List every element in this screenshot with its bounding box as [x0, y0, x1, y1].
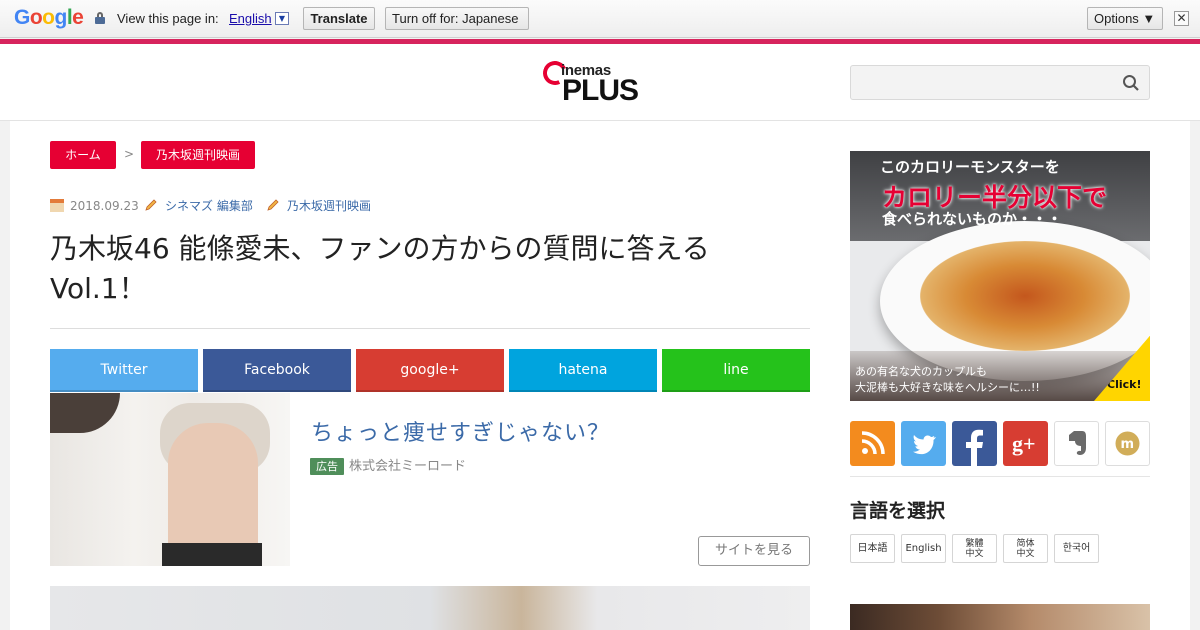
ad-sponsor: 株式会社ミーロード — [349, 459, 467, 474]
page-content: ホーム > 乃木坂週刊映画 2018.09.23 シネマズ 編集部 乃木坂週刊映… — [10, 121, 1190, 630]
ad-badge: 広告 — [310, 458, 344, 475]
article-title: 乃木坂46 能條愛未、ファンの方からの質問に答える Vol.1！ — [50, 232, 710, 305]
site-header: inemas PLUS — [0, 44, 1200, 121]
mixi-icon[interactable]: m — [1105, 421, 1150, 466]
translate-prompt: View this page in: — [117, 11, 219, 26]
post-category: 乃木坂週刊映画 — [266, 199, 371, 213]
breadcrumb-separator: > — [124, 147, 135, 161]
search-box — [850, 65, 1150, 100]
post-author: シネマズ 編集部 — [144, 199, 253, 213]
sidebar-divider — [850, 476, 1150, 477]
search-input[interactable] — [859, 72, 1114, 94]
sidebar-ad-banner[interactable]: このカロリーモンスターを カロリー半分以下で 食べられないものか・・・ あの有名… — [850, 151, 1150, 401]
google-plus-icon[interactable]: g+ — [1003, 421, 1048, 466]
twitter-icon[interactable] — [901, 421, 946, 466]
turn-off-translation-button[interactable]: Turn off for: Japanese — [385, 7, 529, 30]
language-simplified-chinese-button[interactable]: 简体 中文 — [1003, 534, 1048, 563]
title-divider — [50, 328, 810, 329]
language-korean-button[interactable]: 한국어 — [1054, 534, 1099, 563]
translate-bar: Google View this page in: English ▼ Tran… — [0, 0, 1200, 38]
evernote-icon[interactable] — [1054, 421, 1099, 466]
breadcrumb-home[interactable]: ホーム — [50, 141, 116, 169]
article-hero-image — [50, 586, 810, 630]
ad-image[interactable] — [50, 393, 290, 566]
calendar-icon — [50, 199, 64, 212]
language-english-button[interactable]: English — [901, 534, 946, 563]
language-dropdown-icon[interactable]: ▼ — [275, 12, 289, 25]
breadcrumb-category[interactable]: 乃木坂週刊映画 — [141, 141, 255, 169]
sidebar-article-image[interactable] — [850, 604, 1150, 630]
pencil-icon — [267, 199, 279, 211]
lock-icon — [95, 12, 105, 24]
translate-button[interactable]: Translate — [303, 7, 375, 30]
language-traditional-chinese-button[interactable]: 繁體 中文 — [952, 534, 997, 563]
svg-text:g+: g+ — [1012, 431, 1036, 456]
close-icon[interactable]: ✕ — [1174, 11, 1189, 26]
share-twitter-button[interactable]: Twitter — [50, 349, 198, 392]
share-line-button[interactable]: line — [662, 349, 810, 392]
rss-icon[interactable] — [850, 421, 895, 466]
facebook-icon[interactable] — [952, 421, 997, 466]
post-date: 2018.09.23 — [50, 199, 139, 213]
pencil-icon — [145, 199, 157, 211]
share-hatena-button[interactable]: hatena — [509, 349, 657, 392]
category-link[interactable]: 乃木坂週刊映画 — [287, 199, 371, 213]
share-facebook-button[interactable]: Facebook — [203, 349, 351, 392]
site-logo[interactable]: inemas PLUS — [539, 57, 642, 107]
ad-title[interactable]: ちょっと痩せすぎじゃない？ — [311, 415, 610, 447]
options-button[interactable]: Options ▼ — [1087, 7, 1163, 30]
share-google-plus-button[interactable]: google+ — [356, 349, 504, 392]
ad-visit-site-button[interactable]: サイトを見る — [698, 536, 810, 566]
language-japanese-button[interactable]: 日本語 — [850, 534, 895, 563]
google-logo: Google — [14, 6, 84, 29]
search-icon[interactable] — [1122, 74, 1140, 92]
target-language-link[interactable]: English — [229, 11, 272, 26]
language-select-title: 言語を選択 — [850, 500, 946, 522]
author-link[interactable]: シネマズ 編集部 — [165, 199, 253, 213]
svg-text:m: m — [1121, 437, 1135, 452]
